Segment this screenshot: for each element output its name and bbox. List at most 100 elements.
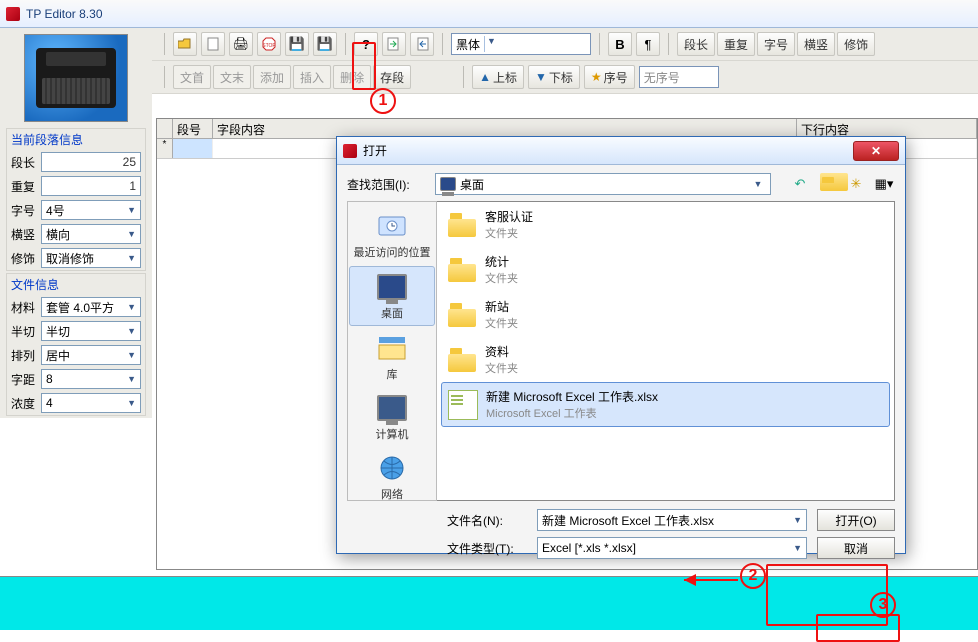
file-item[interactable]: 新站文件夹 — [437, 292, 894, 337]
para-row-3: 横竖横向▼ — [7, 222, 145, 246]
file-row-0: 材料套管 4.0平方▼ — [7, 295, 145, 319]
sequence-button[interactable]: ★序号 — [584, 65, 635, 89]
chevron-down-icon: ▼ — [122, 253, 136, 263]
file-label-1: 半切 — [11, 323, 37, 340]
import-icon[interactable] — [382, 32, 406, 56]
chevron-down-icon: ▼ — [122, 350, 136, 360]
folder-icon — [447, 256, 477, 284]
stop-icon[interactable]: STOP — [257, 32, 281, 56]
seg-button-3[interactable]: 插入 — [293, 65, 331, 89]
filename-input[interactable]: 新建 Microsoft Excel 工作表.xlsx ▼ — [537, 509, 807, 531]
place-computer[interactable]: 计算机 — [349, 388, 435, 446]
file-type: Microsoft Excel 工作表 — [486, 405, 658, 421]
places-bar: 最近访问的位置桌面库计算机网络 — [347, 201, 437, 501]
chevron-down-icon: ▼ — [793, 515, 802, 525]
open-button[interactable]: 打开(O) — [817, 509, 895, 531]
subscript-button[interactable]: ▼下标 — [528, 65, 580, 89]
chevron-down-icon: ▼ — [122, 326, 136, 336]
file-select-2[interactable]: 居中▼ — [41, 345, 141, 365]
format-button-0[interactable]: 段长 — [677, 32, 715, 56]
file-label-3: 字距 — [11, 371, 37, 388]
chevron-down-icon: ▼ — [122, 374, 136, 384]
file-list[interactable]: 客服认证文件夹统计文件夹新站文件夹资料文件夹新建 Microsoft Excel… — [437, 201, 895, 501]
place-recent[interactable]: 最近访问的位置 — [349, 206, 435, 264]
chevron-down-icon: ▼ — [750, 179, 766, 189]
file-row-4: 浓度4▼ — [7, 391, 145, 415]
file-type: 文件夹 — [485, 315, 518, 331]
cancel-button[interactable]: 取消 — [817, 537, 895, 559]
recent-icon — [374, 210, 410, 242]
format-button-3[interactable]: 横竖 — [797, 32, 835, 56]
place-label: 网络 — [349, 486, 435, 502]
annotation-num-2: 2 — [740, 563, 766, 589]
file-item[interactable]: 资料文件夹 — [437, 337, 894, 382]
file-item[interactable]: 统计文件夹 — [437, 247, 894, 292]
dialog-logo — [343, 144, 357, 158]
format-button-1[interactable]: 重复 — [717, 32, 755, 56]
file-select-0[interactable]: 套管 4.0平方▼ — [41, 297, 141, 317]
open-icon[interactable] — [173, 32, 197, 56]
folder-icon — [447, 301, 477, 329]
filetype-select[interactable]: Excel [*.xls *.xlsx] ▼ — [537, 537, 807, 559]
sequence-select[interactable]: 无序号 — [639, 66, 719, 88]
computer-icon — [374, 392, 410, 424]
new-folder-icon[interactable]: ✳ — [845, 173, 867, 195]
seg-button-4[interactable]: 删除 — [333, 65, 371, 89]
file-type: 文件夹 — [485, 225, 533, 241]
font-select-value: 黑体 — [456, 36, 480, 53]
dialog-close-button[interactable]: ✕ — [853, 141, 899, 161]
para-input-0[interactable]: 25 — [41, 152, 141, 172]
dialog-lookin-row: 查找范围(I): 桌面 ▼ ↶ ✳ ▦▾ — [347, 173, 895, 195]
place-label: 桌面 — [350, 305, 434, 321]
annotation-num-1: 1 — [370, 88, 396, 114]
seg-button-2[interactable]: 添加 — [253, 65, 291, 89]
seg-button-0[interactable]: 文首 — [173, 65, 211, 89]
format-button-4[interactable]: 修饰 — [837, 32, 875, 56]
chevron-down-icon: ▼ — [122, 302, 136, 312]
help-icon[interactable]: ? — [354, 32, 378, 56]
place-library[interactable]: 库 — [349, 328, 435, 386]
format-button-2[interactable]: 字号 — [757, 32, 795, 56]
dialog-titlebar: 打开 ✕ — [337, 137, 905, 165]
file-select-1[interactable]: 半切▼ — [41, 321, 141, 341]
font-select[interactable]: 黑体 ▼ — [451, 33, 591, 55]
file-row-1: 半切半切▼ — [7, 319, 145, 343]
svg-text:STOP: STOP — [262, 43, 276, 49]
file-item[interactable]: 新建 Microsoft Excel 工作表.xlsxMicrosoft Exc… — [441, 382, 890, 427]
pilcrow-icon[interactable]: ¶ — [636, 32, 660, 56]
desktop-icon — [374, 271, 410, 303]
file-select-3[interactable]: 8▼ — [41, 369, 141, 389]
paragraph-info-group: 当前段落信息 段长25重复1字号4号▼横竖横向▼修饰取消修饰▼ — [6, 128, 146, 271]
go-back-icon[interactable]: ↶ — [789, 173, 811, 195]
superscript-button[interactable]: ▲上标 — [472, 65, 524, 89]
lookin-select[interactable]: 桌面 ▼ — [435, 173, 771, 195]
up-folder-icon[interactable] — [817, 173, 839, 195]
bold-icon[interactable]: B — [608, 32, 632, 56]
seg-button-1[interactable]: 文末 — [213, 65, 251, 89]
place-desktop[interactable]: 桌面 — [349, 266, 435, 326]
save-icon[interactable]: 💾 — [285, 32, 309, 56]
filetype-value: Excel [*.xls *.xlsx] — [542, 541, 636, 555]
titlebar: TP Editor 8.30 — [0, 0, 978, 28]
para-row-1: 重复1 — [7, 174, 145, 198]
file-select-4[interactable]: 4▼ — [41, 393, 141, 413]
saveas-icon[interactable]: 💾 — [313, 32, 337, 56]
para-label-4: 修饰 — [11, 250, 37, 267]
seg-button-5[interactable]: 存段 — [373, 65, 411, 89]
file-type: 文件夹 — [485, 360, 518, 376]
library-icon — [374, 332, 410, 364]
para-select-3[interactable]: 横向▼ — [41, 224, 141, 244]
lookin-label: 查找范围(I): — [347, 176, 429, 193]
new-icon[interactable] — [201, 32, 225, 56]
para-select-2[interactable]: 4号▼ — [41, 200, 141, 220]
view-menu-icon[interactable]: ▦▾ — [873, 173, 895, 195]
lookin-value: 桌面 — [460, 176, 484, 193]
para-input-1[interactable]: 1 — [41, 176, 141, 196]
export-icon[interactable] — [410, 32, 434, 56]
place-network[interactable]: 网络 — [349, 448, 435, 506]
file-item[interactable]: 客服认证文件夹 — [437, 202, 894, 247]
place-label: 最近访问的位置 — [349, 244, 435, 260]
para-select-4[interactable]: 取消修饰▼ — [41, 248, 141, 268]
print-icon[interactable]: 🖨 — [229, 32, 253, 56]
desktop-icon — [440, 177, 456, 191]
